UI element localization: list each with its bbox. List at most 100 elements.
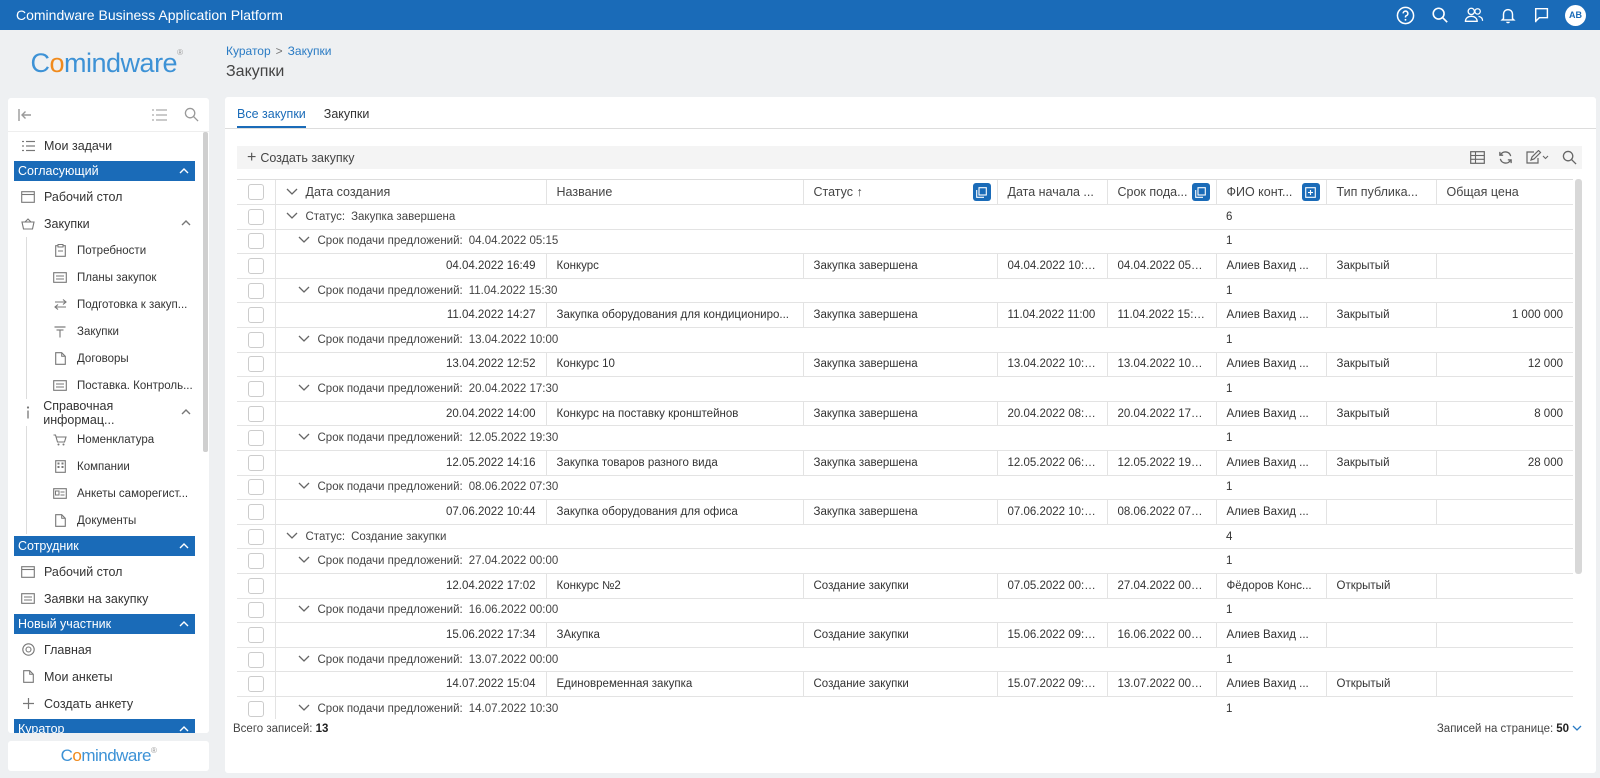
chevron-down-icon[interactable]	[286, 211, 298, 223]
group-row[interactable]: Срок подачи предложений: 27.04.2022 00:00…	[237, 548, 1573, 574]
sidebar-item[interactable]: Главная	[8, 636, 209, 663]
column-header-deadline[interactable]: Срок пода...	[1107, 180, 1217, 206]
sidebar-group[interactable]: Куратор	[14, 719, 195, 733]
sidebar-scrollbar[interactable]	[202, 132, 209, 733]
sidebar-group[interactable]: Новый участник	[14, 614, 195, 634]
group-row[interactable]: Статус: Закупка завершена 6	[237, 204, 1573, 230]
table-row[interactable]: 11.04.2022 14:27 Закупка оборудования для…	[237, 302, 1573, 329]
group-row[interactable]: Срок подачи предложений: 13.07.2022 00:00…	[237, 647, 1573, 673]
column-header-contact[interactable]: ФИО конт...	[1216, 180, 1327, 206]
chevron-down-icon[interactable]	[298, 555, 310, 567]
table-row[interactable]: 14.07.2022 15:04 Единовременная закупка Со…	[237, 671, 1573, 697]
table-row[interactable]: 12.04.2022 17:02 Конкурс №2 Создание закуп…	[237, 573, 1573, 599]
row-checkbox[interactable]	[247, 504, 264, 521]
add-column-icon[interactable]	[1301, 183, 1320, 201]
chevron-down-icon[interactable]	[286, 187, 298, 199]
refresh-icon[interactable]	[1496, 149, 1514, 167]
column-header-publication-type[interactable]: Тип публика...	[1326, 180, 1437, 206]
row-checkbox[interactable]	[247, 233, 264, 250]
row-checkbox[interactable]	[247, 430, 264, 447]
group-row[interactable]: Срок подачи предложений: 08.06.2022 07:30…	[237, 475, 1573, 501]
sidebar-item[interactable]: Мои анкеты	[8, 663, 209, 690]
grid-search-icon[interactable]	[1560, 149, 1578, 167]
edit-menu-icon[interactable]	[1524, 149, 1550, 167]
chevron-up-icon[interactable]	[181, 407, 191, 418]
row-checkbox[interactable]	[247, 331, 264, 348]
row-checkbox[interactable]	[247, 577, 264, 594]
sidebar-subitem[interactable]: Анкеты саморегист...	[26, 480, 209, 507]
group-row[interactable]: Статус: Создание закупки 4	[237, 524, 1573, 550]
help-icon[interactable]	[1395, 5, 1416, 26]
sidebar-subitem[interactable]: Закупки	[26, 318, 209, 345]
table-row[interactable]: 07.06.2022 10:44 Закупка оборудования для…	[237, 499, 1573, 525]
row-checkbox[interactable]	[247, 651, 264, 668]
group-row[interactable]: Срок подачи предложений: 12.05.2022 19:30…	[237, 425, 1573, 452]
chevron-down-icon[interactable]	[298, 481, 310, 493]
sidebar-search-icon[interactable]	[183, 107, 199, 123]
table-row[interactable]: 04.04.2022 16:49 Конкурс Закупка завершена…	[237, 253, 1573, 279]
users-icon[interactable]	[1463, 5, 1484, 26]
row-checkbox[interactable]	[247, 626, 264, 643]
group-row[interactable]: Срок подачи предложений: 13.04.2022 10:00…	[237, 327, 1573, 353]
group-row[interactable]: Срок подачи предложений: 20.04.2022 17:30…	[237, 376, 1573, 402]
sidebar-item[interactable]: Справочная информац...	[8, 399, 209, 427]
chevron-up-icon[interactable]	[181, 218, 191, 229]
page-size-selector[interactable]: Записей на странице: 50	[1437, 723, 1582, 735]
chevron-down-icon[interactable]	[298, 383, 310, 395]
chevron-down-icon[interactable]	[298, 285, 310, 297]
sidebar-subitem[interactable]: Поставка. Контроль...	[26, 372, 209, 399]
group-row[interactable]: Срок подачи предложений: 16.06.2022 00:00…	[237, 598, 1573, 624]
chevron-down-icon[interactable]	[286, 531, 298, 543]
flag-icon[interactable]	[1531, 5, 1552, 26]
row-checkbox[interactable]	[247, 208, 264, 225]
sidebar-subitem[interactable]: Документы	[26, 507, 209, 534]
sidebar-item[interactable]: Мои задачи	[8, 132, 209, 159]
collapse-sidebar-icon[interactable]	[18, 107, 34, 123]
search-icon[interactable]	[1429, 5, 1450, 26]
sidebar-subitem[interactable]: Номенклатура	[26, 426, 209, 453]
group-row[interactable]: Срок подачи предложений: 14.07.2022 10:30…	[237, 696, 1573, 719]
chevron-down-icon[interactable]	[298, 703, 310, 715]
sidebar-subitem[interactable]: Потребности	[26, 237, 209, 264]
row-checkbox[interactable]	[247, 356, 264, 373]
sidebar-item[interactable]: Закупки	[8, 210, 209, 237]
tab-procurements[interactable]: Закупки	[324, 107, 370, 128]
grouping-icon[interactable]	[1191, 183, 1210, 201]
select-all-checkbox[interactable]	[247, 184, 264, 201]
sidebar-item[interactable]: Рабочий стол	[8, 183, 209, 210]
row-checkbox[interactable]	[247, 700, 264, 717]
sidebar-subitem[interactable]: Планы закупок	[26, 264, 209, 291]
breadcrumb-item-procurement[interactable]: Закупки	[288, 44, 332, 58]
sidebar-subitem[interactable]: Договоры	[26, 345, 209, 372]
row-checkbox[interactable]	[247, 676, 264, 693]
sidebar-subitem[interactable]: Компании	[26, 453, 209, 480]
row-checkbox[interactable]	[247, 258, 264, 275]
breadcrumb-item-curator[interactable]: Куратор	[226, 44, 271, 58]
avatar[interactable]: AB	[1565, 4, 1586, 26]
row-checkbox[interactable]	[247, 528, 264, 545]
tab-all-procurements[interactable]: Все закупки	[237, 107, 306, 128]
group-row[interactable]: Срок подачи предложений: 04.04.2022 05:15…	[237, 229, 1573, 255]
row-checkbox[interactable]	[247, 553, 264, 570]
column-header-created-date[interactable]: Дата создания	[275, 180, 547, 206]
sidebar-group[interactable]: Согласующий	[14, 161, 195, 181]
grid-scrollbar[interactable]	[1575, 179, 1582, 574]
chevron-down-icon[interactable]	[298, 334, 310, 346]
row-checkbox[interactable]	[247, 282, 264, 299]
grouping-icon[interactable]	[972, 183, 991, 201]
create-procurement-button[interactable]: + Создать закупку	[247, 149, 355, 166]
chevron-down-icon[interactable]	[298, 604, 310, 616]
table-row[interactable]: 13.04.2022 12:52 Конкурс 10 Закупка заверш…	[237, 352, 1573, 378]
chevron-down-icon[interactable]	[298, 432, 310, 444]
bell-icon[interactable]	[1497, 5, 1518, 26]
row-checkbox[interactable]	[247, 405, 264, 422]
row-checkbox[interactable]	[247, 602, 264, 619]
column-header-start-date[interactable]: Дата начала ...	[997, 180, 1108, 206]
column-header-status[interactable]: Статус ↑	[803, 180, 998, 206]
chevron-down-icon[interactable]	[298, 235, 310, 247]
sidebar-item[interactable]: Заявки на закупку	[8, 585, 209, 612]
chevron-down-icon[interactable]	[298, 654, 310, 666]
sidebar-item[interactable]: Рабочий стол	[8, 558, 209, 585]
list-view-icon[interactable]	[151, 107, 167, 123]
table-row[interactable]: 20.04.2022 14:00 Конкурс на поставку крон…	[237, 401, 1573, 427]
